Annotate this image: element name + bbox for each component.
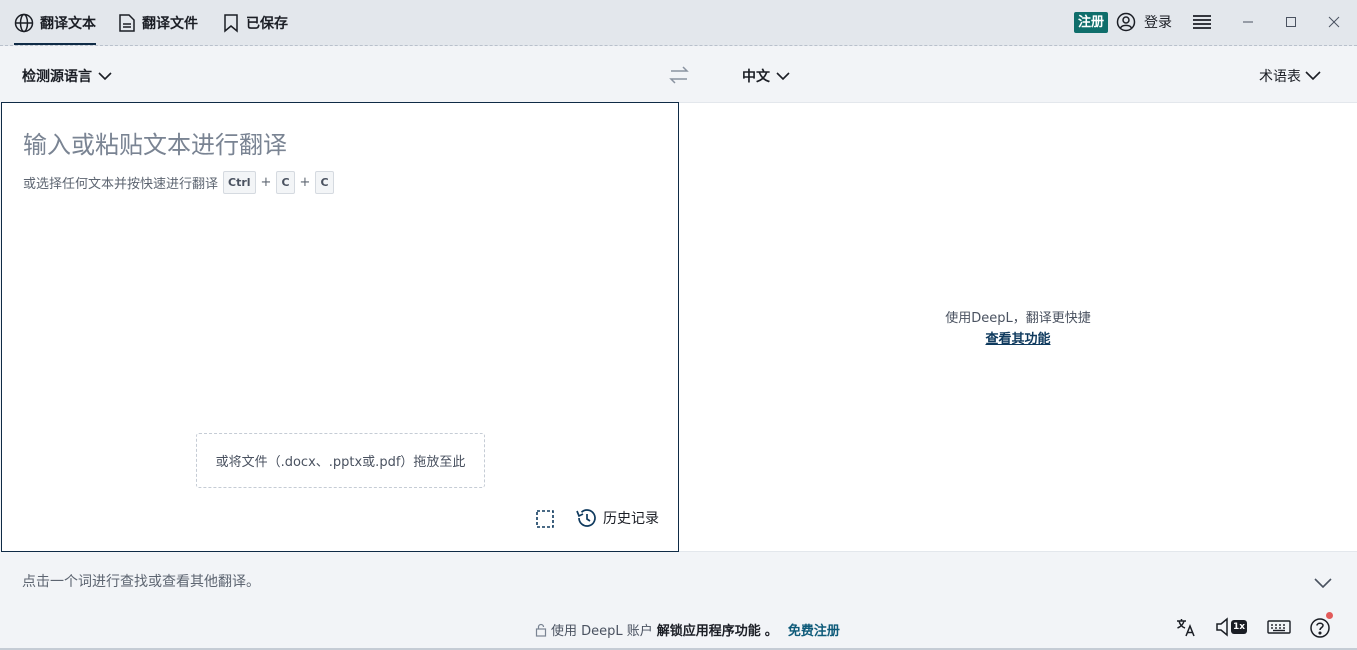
history-label: 历史记录 — [603, 511, 659, 527]
dictionary-hint: 点击一个词进行查找或查看其他翻译。 — [22, 574, 260, 590]
minimize-icon[interactable] — [1240, 14, 1256, 30]
history-button[interactable]: 历史记录 — [575, 508, 659, 528]
login-button[interactable]: 登录 — [1116, 11, 1172, 33]
account-message-suffix: 。 — [764, 624, 778, 639]
speech-button[interactable]: 1x — [1216, 617, 1248, 637]
speed-badge: 1x — [1231, 620, 1248, 634]
user-icon — [1116, 12, 1136, 32]
chevron-down-icon — [98, 71, 112, 80]
swap-languages-icon[interactable] — [668, 65, 690, 89]
plus-sign: + — [299, 175, 311, 190]
target-language-select[interactable]: 中文 — [742, 66, 790, 86]
language-bar: 检测源语言 中文 术语表 — [0, 47, 1357, 102]
tab-label: 翻译文件 — [142, 15, 198, 32]
tab-translate-files[interactable]: 翻译文件 — [118, 0, 198, 45]
notification-dot — [1326, 612, 1333, 619]
key-c: C — [276, 171, 295, 194]
footer-bar: 使用 DeepL 账户 解锁应用程序功能 。 免费注册 1x — [0, 608, 1357, 650]
source-text-pane[interactable]: 输入或粘贴文本进行翻译 或选择任何文本并按快速进行翻译 Ctrl + C + C… — [1, 102, 679, 552]
target-language-label: 中文 — [742, 69, 770, 85]
promo-text: 使用DeepL，翻译更快捷 — [945, 311, 1091, 326]
tab-label: 翻译文本 — [40, 15, 96, 32]
source-language-select[interactable]: 检测源语言 — [22, 66, 112, 86]
help-icon[interactable] — [1309, 617, 1331, 643]
document-icon — [119, 13, 135, 32]
tab-translate-text[interactable]: 翻译文本 — [14, 0, 96, 45]
dropzone-label: 或将文件（.docx、.pptx或.pdf）拖放至此 — [215, 455, 466, 470]
translate-language-icon[interactable] — [1176, 617, 1196, 641]
title-bar: 翻译文本 翻译文件 已保存 注册 登录 — [0, 0, 1357, 46]
promo-block: 使用DeepL，翻译更快捷 查看其功能 — [679, 308, 1357, 350]
speaker-icon — [1216, 617, 1228, 637]
menu-icon[interactable] — [1193, 14, 1211, 34]
chevron-down-icon — [1305, 71, 1321, 81]
tab-label: 已保存 — [246, 15, 288, 32]
free-signup-link[interactable]: 免费注册 — [788, 620, 840, 639]
tab-saved[interactable]: 已保存 — [222, 0, 288, 45]
keyboard-icon[interactable] — [1267, 617, 1291, 641]
target-text-pane: 使用DeepL，翻译更快捷 查看其功能 — [679, 102, 1357, 552]
key-ctrl: Ctrl — [223, 171, 256, 194]
screen-capture-icon[interactable] — [535, 509, 557, 535]
glossary-button[interactable]: 术语表 — [1259, 66, 1321, 86]
close-icon[interactable] — [1326, 14, 1342, 30]
maximize-icon[interactable] — [1283, 14, 1299, 30]
source-placeholder[interactable]: 输入或粘贴文本进行翻译 — [23, 125, 287, 160]
signup-button[interactable]: 注册 — [1074, 12, 1109, 33]
glossary-label: 术语表 — [1259, 69, 1301, 85]
key-c: C — [315, 171, 334, 194]
view-features-link[interactable]: 查看其功能 — [985, 332, 1050, 347]
shortcut-hint: 或选择任何文本并按快速进行翻译 Ctrl + C + C — [23, 171, 334, 194]
history-icon — [576, 509, 596, 527]
account-message-bold: 解锁应用程序功能 — [656, 624, 761, 639]
bookmark-icon — [224, 13, 238, 33]
file-dropzone[interactable]: 或将文件（.docx、.pptx或.pdf）拖放至此 — [196, 433, 485, 488]
plus-sign: + — [260, 175, 272, 190]
account-message: 使用 DeepL 账户 解锁应用程序功能 。 免费注册 — [535, 620, 840, 639]
dictionary-bar[interactable]: 点击一个词进行查找或查看其他翻译。 — [0, 553, 1357, 608]
lock-icon — [535, 623, 547, 637]
chevron-down-icon[interactable] — [1314, 573, 1332, 592]
shortcut-hint-text: 或选择任何文本并按快速进行翻译 — [23, 177, 219, 192]
chevron-down-icon — [776, 71, 790, 80]
globe-icon — [14, 13, 34, 32]
login-label: 登录 — [1144, 15, 1172, 31]
source-language-label: 检测源语言 — [22, 69, 92, 85]
account-message-prefix: 使用 DeepL 账户 — [551, 624, 653, 639]
